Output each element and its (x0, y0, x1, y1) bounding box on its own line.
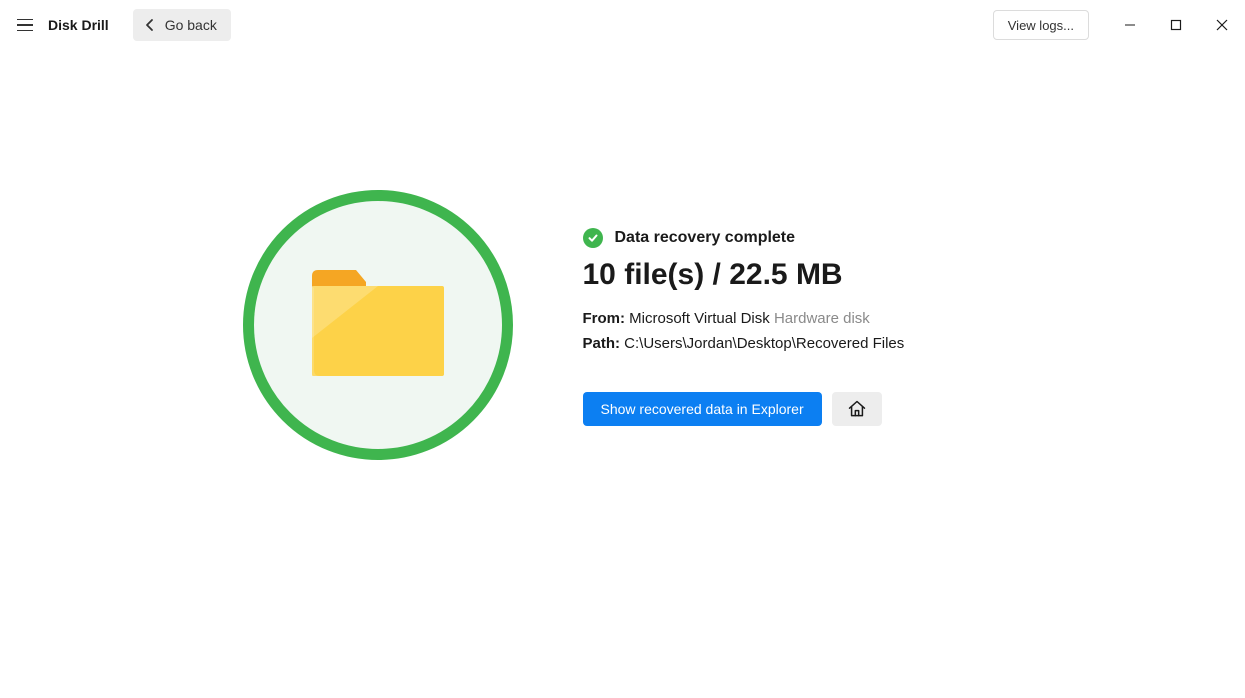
folder-icon (308, 268, 448, 383)
show-in-explorer-button[interactable]: Show recovered data in Explorer (583, 392, 822, 426)
check-circle-icon (583, 228, 603, 248)
path-label: Path: (583, 335, 621, 352)
close-button[interactable] (1199, 0, 1245, 50)
title-bar: Disk Drill Go back View logs... (0, 0, 1245, 50)
from-label: From: (583, 310, 626, 327)
recovery-summary: 10 file(s) / 22.5 MB (583, 258, 1003, 292)
success-illustration (243, 190, 513, 460)
minimize-button[interactable] (1107, 0, 1153, 50)
from-row: From: Microsoft Virtual Disk Hardware di… (583, 310, 1003, 327)
chevron-left-icon (143, 18, 157, 32)
window-controls: View logs... (993, 0, 1245, 50)
maximize-button[interactable] (1153, 0, 1199, 50)
from-value: Microsoft Virtual Disk (629, 310, 770, 327)
minimize-icon (1124, 19, 1136, 31)
main-content: Data recovery complete 10 file(s) / 22.5… (0, 50, 1245, 460)
status-text: Data recovery complete (615, 229, 796, 247)
action-row: Show recovered data in Explorer (583, 392, 1003, 426)
status-row: Data recovery complete (583, 228, 1003, 248)
go-back-label: Go back (165, 17, 217, 33)
close-icon (1216, 19, 1228, 31)
path-value: C:\Users\Jordan\Desktop\Recovered Files (624, 335, 904, 352)
menu-button[interactable] (10, 10, 40, 40)
path-row: Path: C:\Users\Jordan\Desktop\Recovered … (583, 335, 1003, 352)
view-logs-button[interactable]: View logs... (993, 10, 1089, 40)
maximize-icon (1170, 19, 1182, 31)
app-title: Disk Drill (48, 17, 109, 33)
home-button[interactable] (832, 392, 882, 426)
from-type: Hardware disk (774, 310, 870, 327)
go-back-button[interactable]: Go back (133, 9, 231, 41)
result-info: Data recovery complete 10 file(s) / 22.5… (583, 190, 1003, 426)
home-icon (847, 399, 867, 419)
